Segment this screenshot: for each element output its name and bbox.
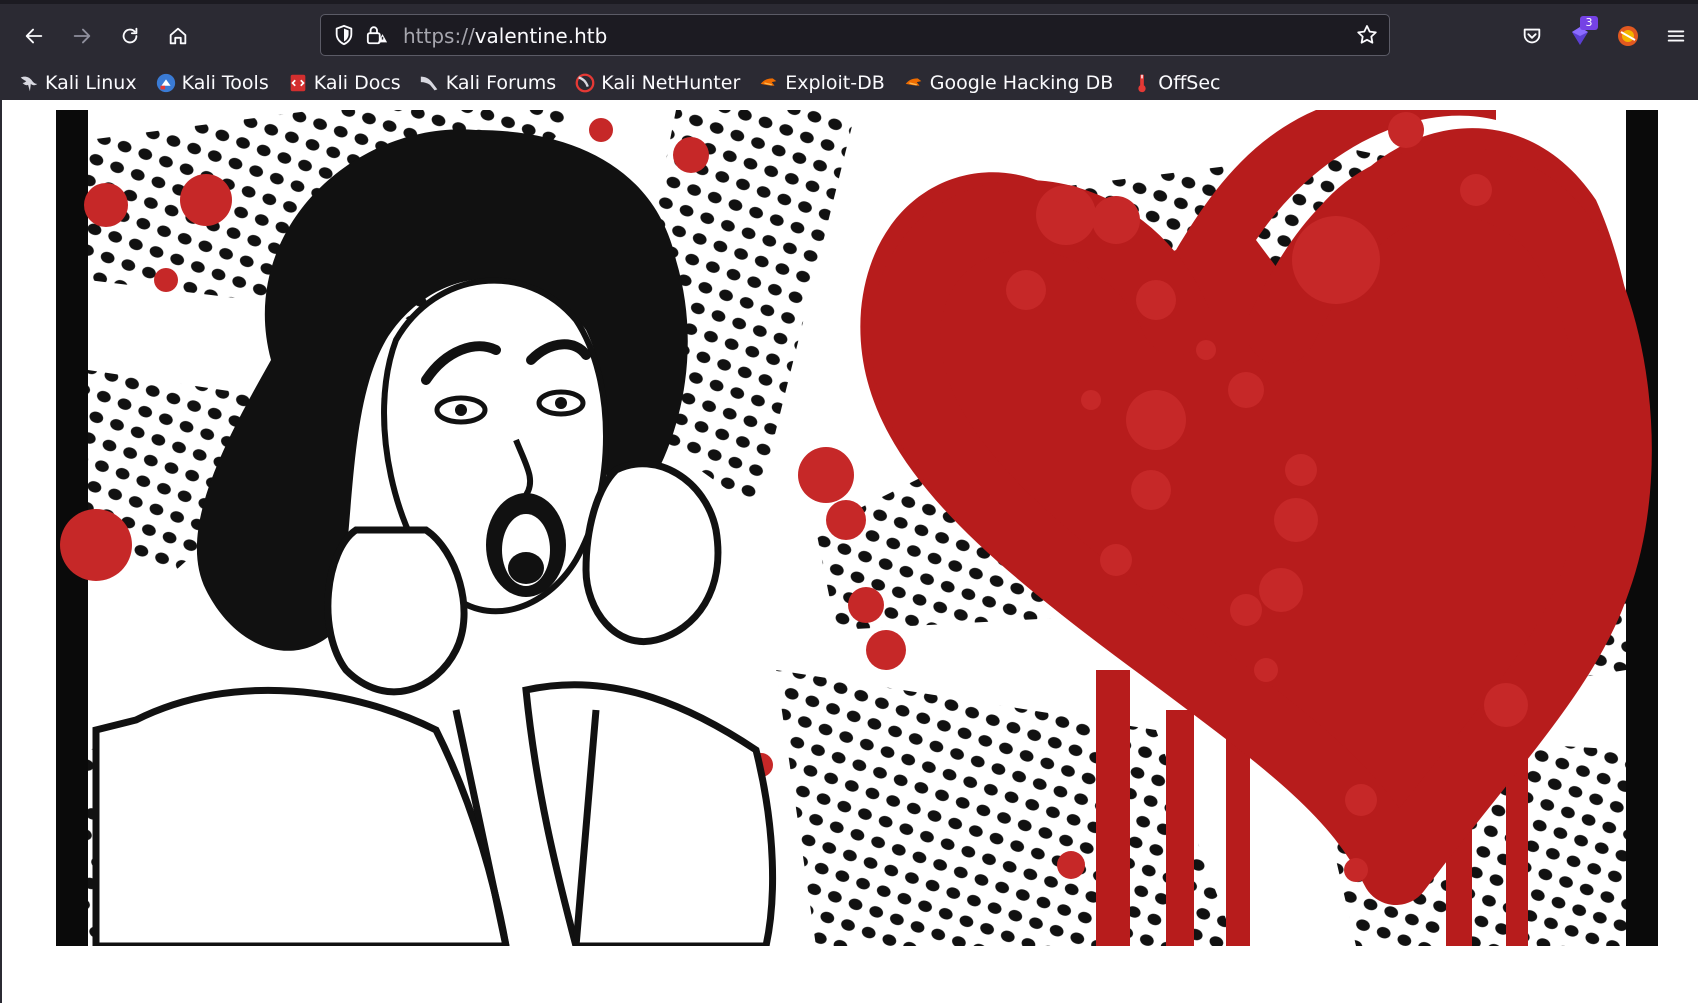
- bookmark-kali-nethunter[interactable]: Kali NetHunter: [572, 68, 742, 98]
- pocket-button[interactable]: [1516, 20, 1548, 52]
- bookmark-kali-forums[interactable]: Kali Forums: [417, 68, 559, 98]
- reload-button[interactable]: [112, 18, 148, 54]
- bookmark-star-icon[interactable]: [1355, 23, 1379, 47]
- bookmark-label: Kali Forums: [445, 72, 557, 94]
- account-avatar-icon: [1618, 26, 1638, 46]
- bookmark-kali-docs[interactable]: Kali Docs: [285, 68, 403, 98]
- hamburger-menu-icon: [1667, 30, 1685, 42]
- url-scheme: https://: [403, 24, 475, 48]
- url-host: valentine.htb: [474, 24, 608, 48]
- bookmark-label: Kali Docs: [313, 72, 401, 94]
- account-button[interactable]: [1612, 20, 1644, 52]
- extension-button[interactable]: 3: [1564, 16, 1598, 52]
- forward-arrow-icon: [73, 28, 91, 44]
- reload-icon: [122, 27, 138, 44]
- bookmark-label: Kali Tools: [181, 72, 269, 94]
- page-content: [0, 100, 1698, 1003]
- bookmark-label: Kali NetHunter: [601, 72, 741, 94]
- url-text[interactable]: https://valentine.htb: [403, 24, 607, 48]
- menu-button[interactable]: [1660, 20, 1692, 52]
- bookmark-offsec[interactable]: OffSec: [1129, 68, 1222, 98]
- hero-image: [56, 110, 1658, 946]
- address-bar[interactable]: https://valentine.htb: [320, 14, 1390, 56]
- google-hacking-db-icon: [903, 72, 925, 94]
- kali-nethunter-icon: [574, 72, 596, 94]
- home-icon: [169, 27, 187, 45]
- offsec-icon: [1131, 72, 1153, 94]
- kali-tools-icon: [155, 72, 177, 94]
- kali-dragon-icon: [18, 72, 40, 94]
- tracking-protection-shield-icon[interactable]: [333, 24, 355, 46]
- back-arrow-icon: [25, 28, 43, 44]
- forward-button[interactable]: [64, 18, 100, 54]
- insecure-lock-icon[interactable]: [365, 24, 389, 46]
- browser-window: https://valentine.htb 3 Kali Linux Kali …: [0, 0, 1698, 1003]
- kali-forums-icon: [419, 72, 441, 94]
- kali-docs-icon: [287, 72, 309, 94]
- bookmark-kali-tools[interactable]: Kali Tools: [153, 68, 271, 98]
- browser-toolbar: https://valentine.htb 3 Kali Linux Kali …: [0, 0, 1698, 100]
- extension-badge: 3: [1580, 16, 1598, 30]
- pocket-icon: [1523, 28, 1541, 44]
- bookmark-google-hacking-db[interactable]: Google Hacking DB: [901, 68, 1116, 98]
- bookmark-label: Google Hacking DB: [929, 72, 1114, 94]
- omg-heartbleed-illustration: [56, 110, 1658, 946]
- bookmark-label: OffSec: [1158, 72, 1221, 94]
- back-button[interactable]: [16, 18, 52, 54]
- bookmark-exploit-db[interactable]: Exploit-DB: [756, 68, 886, 98]
- bookmark-label: Exploit-DB: [785, 72, 885, 94]
- bookmark-kali-linux[interactable]: Kali Linux: [16, 68, 139, 98]
- exploit-db-icon: [758, 72, 780, 94]
- home-button[interactable]: [160, 18, 196, 54]
- bookmarks-toolbar: Kali Linux Kali Tools Kali Docs Kali For…: [0, 64, 1698, 102]
- bookmark-label: Kali Linux: [45, 72, 137, 94]
